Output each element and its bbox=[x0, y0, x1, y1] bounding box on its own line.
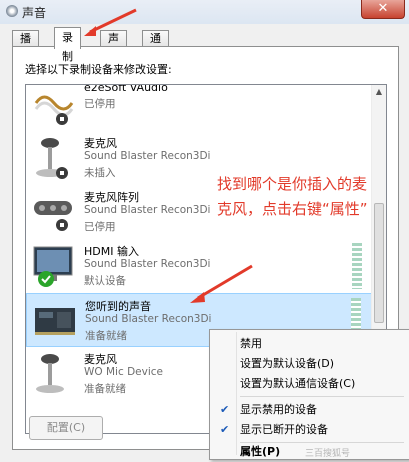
device-status: 准备就绪 bbox=[84, 383, 126, 395]
watermark: 三百搜狐号 bbox=[305, 449, 351, 459]
checkmark-icon: ✔ bbox=[220, 423, 230, 436]
configure-button[interactable]: 配置(C) bbox=[29, 416, 103, 440]
title-bar: 声音 ✕ bbox=[0, 0, 409, 24]
device-item[interactable]: HDMI 输入 Sound Blaster Recon3Di 默认设备 bbox=[26, 239, 372, 293]
soundcard-icon bbox=[35, 308, 75, 335]
menu-item-show-disabled[interactable]: ✔ 显示禁用的设备 bbox=[212, 400, 406, 420]
device-name: 麦克风阵列 bbox=[84, 191, 139, 204]
device-name: 麦克风 bbox=[84, 353, 117, 366]
menu-item-disable[interactable]: 禁用 bbox=[212, 334, 406, 354]
close-button[interactable]: ✕ bbox=[361, 0, 405, 19]
device-name: HDMI 输入 bbox=[84, 245, 139, 258]
device-item[interactable]: e2eSoft VAudio 已停用 bbox=[26, 84, 372, 131]
cable-icon bbox=[34, 95, 74, 125]
device-name: 您听到的声音 bbox=[85, 300, 151, 313]
mic-array-icon bbox=[34, 201, 72, 231]
device-model: Sound Blaster Recon3Di bbox=[84, 150, 211, 162]
monitor-icon bbox=[33, 246, 73, 287]
device-status: 准备就绪 bbox=[85, 330, 127, 342]
device-status: 默认设备 bbox=[84, 275, 126, 287]
annotation-text: 找到哪个是你插入的麦克风，点击右键“属性” bbox=[217, 175, 368, 218]
menu-item-show-disconnected[interactable]: ✔ 显示已断开的设备 bbox=[212, 420, 406, 440]
device-model: Sound Blaster Recon3Di bbox=[85, 313, 212, 325]
device-name: e2eSoft VAudio bbox=[84, 84, 168, 94]
device-model: WO Mic Device bbox=[84, 366, 163, 378]
device-status: 已停用 bbox=[84, 221, 116, 233]
device-model: Sound Blaster Recon3Di bbox=[84, 258, 211, 270]
checkmark-icon: ✔ bbox=[220, 403, 230, 416]
speaker-icon bbox=[6, 5, 18, 17]
context-menu: 禁用 设置为默认设备(D) 设置为默认通信设备(C) ✔ 显示禁用的设备 ✔ 显… bbox=[209, 329, 409, 460]
menu-item-set-default-comm[interactable]: 设置为默认通信设备(C) bbox=[212, 374, 406, 394]
scroll-thumb[interactable] bbox=[374, 203, 384, 323]
device-status: 已停用 bbox=[84, 98, 116, 110]
device-name: 麦克风 bbox=[84, 137, 117, 150]
menu-item-set-default[interactable]: 设置为默认设备(D) bbox=[212, 354, 406, 374]
device-model: Sound Blaster Recon3Di bbox=[84, 204, 211, 216]
scroll-up-icon[interactable]: ▲ bbox=[372, 85, 386, 99]
microphone-icon bbox=[36, 354, 64, 393]
tab-recording[interactable]: 录制 bbox=[54, 27, 81, 63]
device-status: 未插入 bbox=[84, 167, 116, 179]
microphone-icon bbox=[36, 138, 68, 179]
window-title: 声音 bbox=[22, 6, 47, 20]
level-meter bbox=[352, 243, 362, 289]
instruction-text: 选择以下录制设备来修改设置: bbox=[25, 63, 172, 76]
